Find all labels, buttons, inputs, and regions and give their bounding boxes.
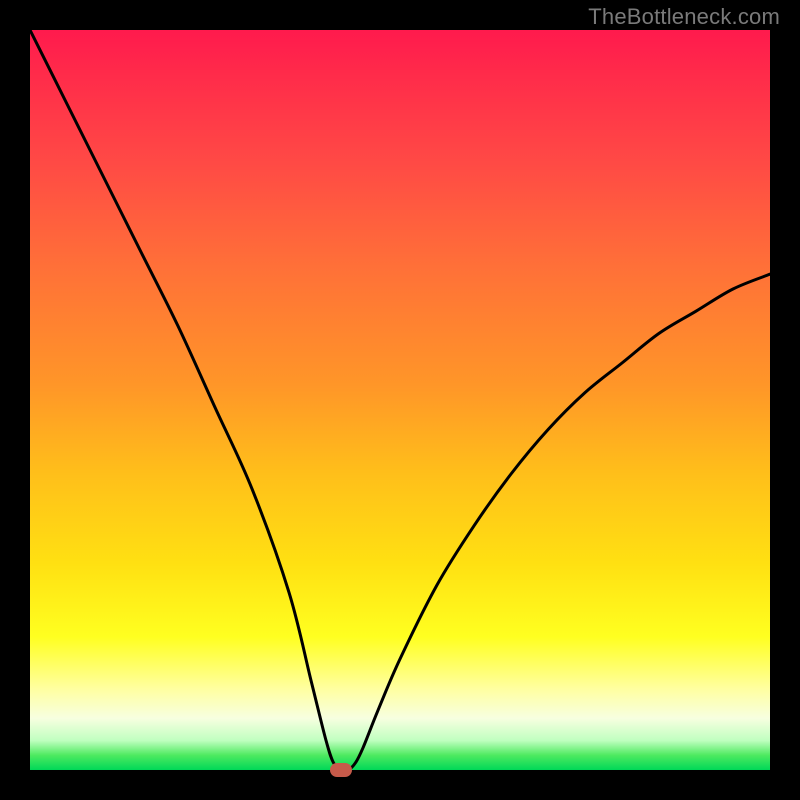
chart-frame: TheBottleneck.com xyxy=(0,0,800,800)
optimal-point-marker xyxy=(330,763,352,777)
plot-area xyxy=(30,30,770,770)
watermark-text: TheBottleneck.com xyxy=(588,4,780,30)
bottleneck-curve xyxy=(30,30,770,770)
